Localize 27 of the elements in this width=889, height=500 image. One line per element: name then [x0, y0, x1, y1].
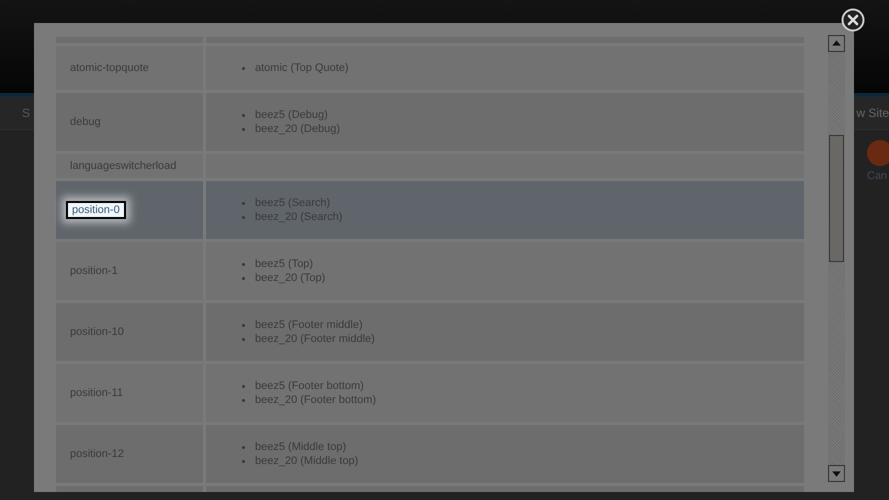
view-site-link[interactable]: w Site [856, 106, 889, 120]
template-item: beez5 (Footer bottom) [255, 379, 364, 393]
bullet-icon [242, 338, 245, 341]
cancel-icon [867, 140, 889, 166]
bullet-icon [242, 202, 245, 205]
template-item: beez5 (Top) [255, 257, 314, 271]
position-name[interactable]: position-11 [64, 384, 129, 402]
scrollbar[interactable] [828, 35, 845, 482]
scroll-thumb[interactable] [829, 135, 844, 262]
template-item: beez_20 (Top) [255, 271, 326, 285]
bullet-icon [242, 128, 245, 131]
bullet-icon [242, 216, 245, 219]
scroll-up-icon[interactable] [828, 35, 845, 52]
position-name[interactable]: position-0 [66, 201, 126, 219]
bullet-icon [242, 263, 245, 266]
bullet-icon [242, 324, 245, 327]
position-name[interactable]: position-1 [64, 262, 124, 280]
template-item: beez_20 (Footer bottom) [255, 393, 376, 407]
scroll-down-icon[interactable] [828, 465, 845, 482]
bullet-icon [242, 114, 245, 117]
bullet-icon [242, 399, 245, 402]
bullet-icon [242, 67, 245, 70]
bullet-icon [242, 385, 245, 388]
bullet-icon [242, 460, 245, 463]
template-item: atomic (Top Quote) [255, 61, 349, 75]
bullet-icon [242, 277, 245, 280]
bullet-icon [242, 446, 245, 449]
